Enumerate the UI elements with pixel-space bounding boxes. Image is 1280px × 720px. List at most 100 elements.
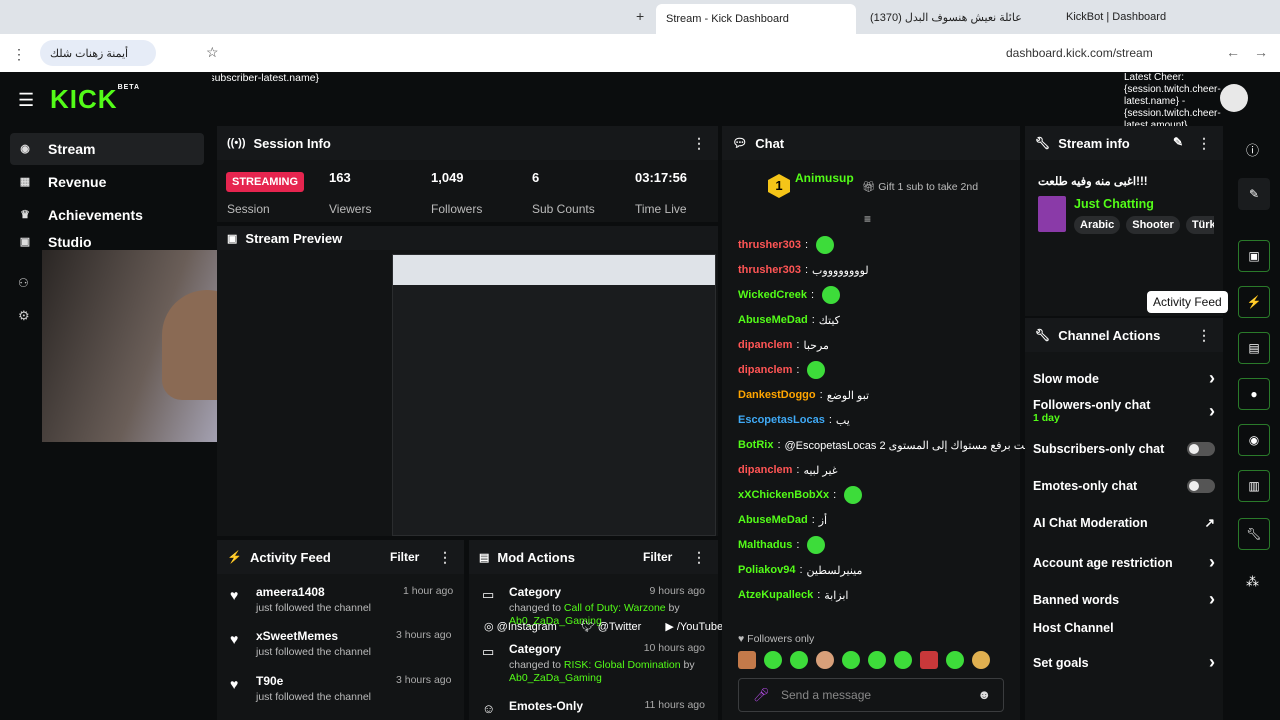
mic-icon[interactable]: 🎤︎ [753, 687, 770, 703]
channel-action-item[interactable]: Subscribers-only chat [1033, 442, 1215, 456]
chat-username[interactable]: Malthadus [738, 539, 792, 551]
chevron-right-icon[interactable]: › [1209, 552, 1215, 573]
chevron-right-icon[interactable]: › [1209, 589, 1215, 610]
edit-icon[interactable]: ✎ [1173, 135, 1183, 149]
chevron-right-icon[interactable]: › [1209, 652, 1215, 673]
emote-icon[interactable] [816, 651, 834, 669]
url-text[interactable]: dashboard.kick.com/stream [1006, 46, 1153, 60]
chat-username[interactable]: WickedCreek [738, 289, 807, 301]
chat-username[interactable]: DankestDoggo [738, 389, 816, 401]
rail-stream-info-button[interactable]: ▥ [1238, 470, 1270, 502]
more-icon[interactable]: ⋮ [692, 135, 706, 152]
external-link-icon[interactable]: ↗ [1205, 515, 1215, 530]
preview-video[interactable] [392, 254, 716, 536]
chat-username[interactable]: AtzeKupalleck [738, 589, 813, 601]
chat-input[interactable]: 🎤︎ Send a message ☻ [738, 678, 1004, 712]
sidebar-item-studio[interactable]: ▣ Studio [10, 233, 204, 251]
emote-icon[interactable] [842, 651, 860, 669]
emote-icon[interactable] [868, 651, 886, 669]
emote-icon[interactable] [764, 651, 782, 669]
rail-mod-actions-button[interactable]: ▤ [1238, 332, 1270, 364]
rail-activity-feed-button[interactable]: ⚡ [1238, 286, 1270, 318]
channel-action-item[interactable]: Emotes-only chat [1033, 479, 1215, 493]
channel-action-item[interactable]: Account age restriction › [1033, 552, 1215, 573]
more-icon[interactable]: ⋮ [438, 549, 452, 566]
channel-action-item[interactable]: Banned words › [1033, 589, 1215, 610]
rail-preview-button[interactable]: ▣ [1238, 240, 1270, 272]
chat-username[interactable]: BotRix [738, 439, 773, 451]
mod-game[interactable]: RISK: Global Domination [564, 659, 681, 671]
panel-title: Mod Actions [497, 549, 575, 565]
emote-icon[interactable] [790, 651, 808, 669]
channel-action-item[interactable]: Slow mode › [1033, 368, 1215, 389]
feed-user[interactable]: T90e [256, 674, 283, 688]
channel-action-item[interactable]: Set goals › [1033, 652, 1215, 673]
chevron-right-icon[interactable]: › [1209, 401, 1215, 422]
tab-kick-dashboard[interactable]: Stream - Kick Dashboard [656, 4, 856, 34]
star-icon[interactable]: ☆ [206, 44, 219, 61]
chat-username[interactable]: dipanclem [738, 464, 792, 476]
emote-icon[interactable] [920, 651, 938, 669]
tag[interactable]: Shooter [1126, 216, 1180, 234]
sidebar-item-stream[interactable]: ◉ Stream [10, 133, 204, 165]
collapse-icon[interactable]: ≡ [864, 212, 871, 226]
emoji-icon[interactable]: ☻ [977, 687, 991, 702]
tag[interactable]: Türk [1185, 216, 1214, 234]
chat-text: غير لبيه [803, 464, 838, 477]
sidebar-item-revenue[interactable]: ▦ Revenue [10, 166, 204, 198]
users-icon[interactable]: ⚇ [18, 276, 29, 290]
settings-icon[interactable]: ⚙ [18, 308, 30, 324]
rail-session-button[interactable]: ◉ [1238, 424, 1270, 456]
channel-action-item[interactable]: AI Chat Moderation ↗ [1033, 515, 1215, 531]
more-icon[interactable]: ⋮ [1197, 327, 1211, 344]
tab-youtube[interactable]: (1370) عائلة نعيش هنسوف البدل [860, 4, 1050, 30]
chat-username[interactable]: xXChickenBobXx [738, 489, 829, 501]
toggle-switch[interactable] [1187, 442, 1215, 456]
rail-chat-button[interactable]: ● [1238, 378, 1270, 410]
menu-dots-icon[interactable]: ⋮ [12, 46, 26, 63]
category-name[interactable]: Just Chatting [1074, 197, 1154, 211]
chat-username[interactable]: dipanclem [738, 339, 792, 351]
emote-icon[interactable] [946, 651, 964, 669]
back-icon[interactable]: ← [1226, 44, 1240, 60]
tag[interactable]: Arabic [1074, 216, 1121, 234]
avatar[interactable] [1220, 84, 1248, 112]
kick-logo[interactable]: KICKBETA [50, 84, 140, 115]
new-tab-button[interactable]: + [636, 8, 644, 24]
mod-user[interactable]: Ab0_ZaDa_Gaming [509, 672, 602, 684]
more-icon[interactable]: ⋮ [692, 549, 706, 566]
edit-rail-button[interactable]: ✎ [1238, 178, 1270, 210]
chevron-right-icon[interactable]: › [1209, 368, 1215, 389]
feed-user[interactable]: ameera1408 [256, 585, 325, 599]
chat-username[interactable]: thrusher303 [738, 239, 801, 251]
feed-time: 1 hour ago [403, 585, 454, 597]
emote-icon[interactable] [738, 651, 756, 669]
chat-username[interactable]: EscopetasLocas [738, 414, 825, 426]
feed-user[interactable]: xSweetMemes [256, 629, 338, 643]
emote-icon[interactable] [972, 651, 990, 669]
top-gifter[interactable]: Animusup [795, 171, 854, 185]
more-icon[interactable]: ⋮ [1197, 135, 1211, 152]
channel-action-item[interactable]: Host Channel [1033, 621, 1215, 635]
mod-game[interactable]: Call of Duty: Warzone [564, 602, 666, 614]
profile-pill[interactable]: أيمنة زهنات شلك [40, 40, 157, 66]
chat-username[interactable]: thrusher303 [738, 264, 801, 276]
category-thumbnail[interactable] [1038, 196, 1066, 232]
hamburger-icon[interactable]: ☰ [18, 90, 34, 111]
chat-username[interactable]: Poliakov94 [738, 564, 795, 576]
channel-action-item[interactable]: Followers-only chat 1 day › [1033, 398, 1215, 424]
tab-kickbot[interactable]: KickBot | Dashboard [1056, 4, 1246, 30]
sidebar-item-achievements[interactable]: ♛ Achievements [10, 199, 204, 231]
filter-button[interactable]: Filter [643, 550, 672, 564]
toggle-switch[interactable] [1187, 479, 1215, 493]
filter-button[interactable]: Filter [390, 550, 419, 564]
info-icon[interactable]: ⓘ [1246, 140, 1259, 159]
rail-channel-actions-button[interactable]: 🔧︎ [1238, 518, 1270, 550]
apps-icon[interactable]: ⁂ [1246, 574, 1259, 590]
chat-username[interactable]: AbuseMeDad [738, 514, 808, 526]
chat-username[interactable]: dipanclem [738, 364, 792, 376]
chat-username[interactable]: AbuseMeDad [738, 314, 808, 326]
emote-icon[interactable] [894, 651, 912, 669]
forward-icon[interactable]: → [1254, 44, 1268, 60]
action-label: Followers-only chat [1033, 398, 1151, 412]
